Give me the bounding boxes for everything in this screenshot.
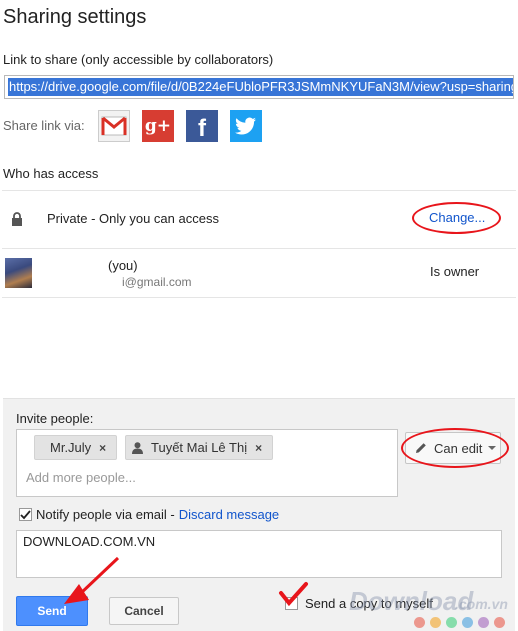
watermark-dot [446, 617, 457, 628]
watermark-dot [430, 617, 441, 628]
annotation-arrow-icon [64, 556, 120, 604]
watermark-domain: .com.vn [455, 596, 508, 612]
watermark-dot [494, 617, 505, 628]
annotation-overlay [64, 556, 308, 607]
watermark-dot [462, 617, 473, 628]
annotation-check-icon [279, 582, 308, 607]
watermark-dot [478, 617, 489, 628]
watermark-dot [414, 617, 425, 628]
